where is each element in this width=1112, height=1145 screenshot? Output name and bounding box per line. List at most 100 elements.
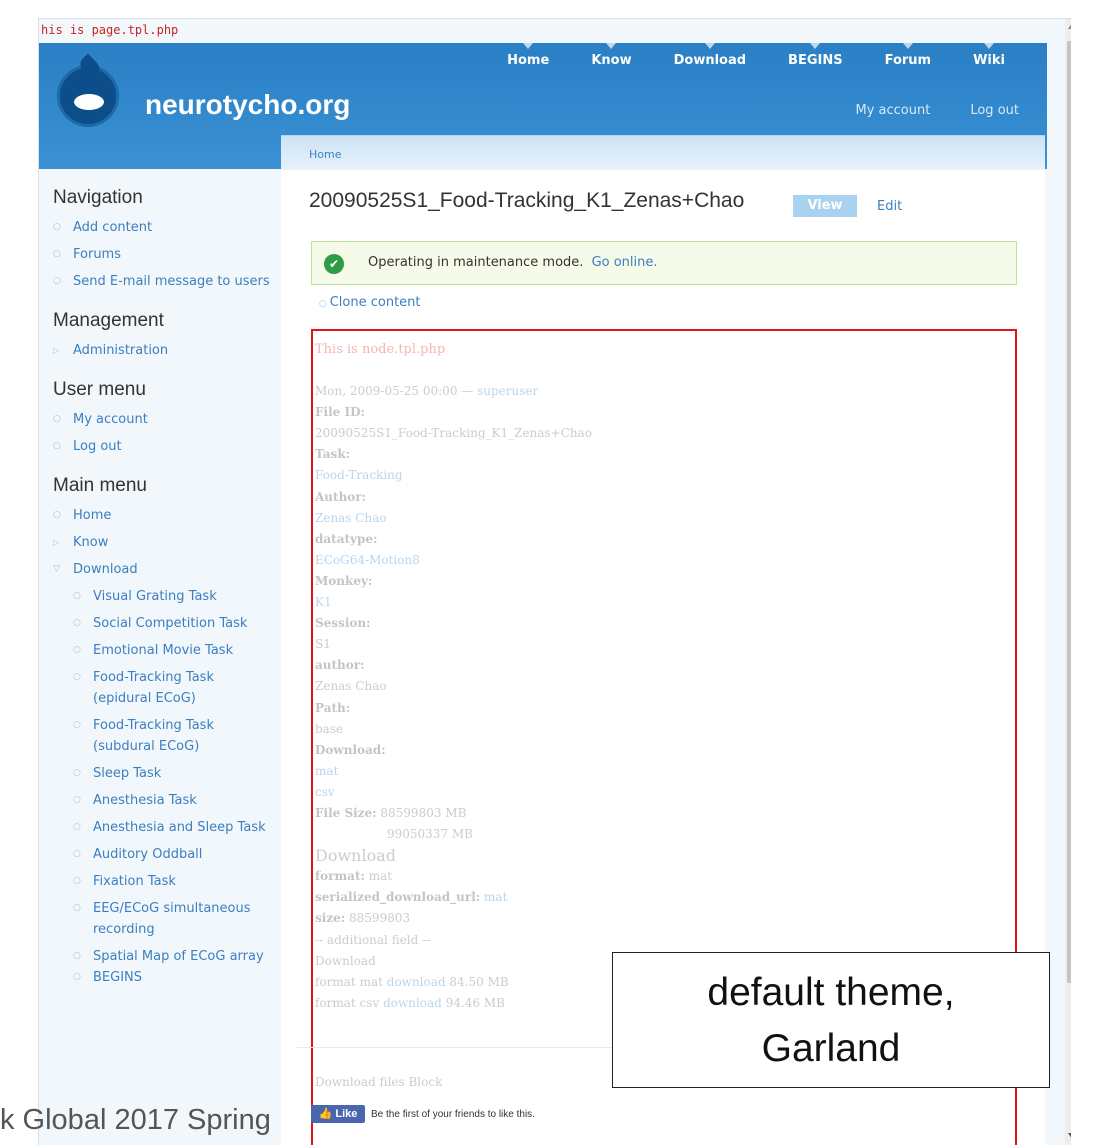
caption-line-2: Garland [761,1027,901,1070]
additional-field: -- additional field -- [315,932,431,947]
format-mat-prefix: format mat [315,974,383,989]
primary-link-know[interactable]: Know [591,43,632,68]
author-label: Author: [315,489,367,504]
scroll-up-arrow-icon[interactable] [1068,23,1071,29]
page-title: 20090525S1_Food-Tracking_K1_Zenas+Chao [309,189,745,212]
download-line: Download [315,953,376,968]
primary-link-begins[interactable]: BEGINS [788,43,843,68]
format-csv-size: 94.46 MB [445,995,505,1010]
session-value: S1 [315,637,331,652]
download-heading: Download [315,846,396,866]
main-menu-anesthesia[interactable]: Anesthesia Task [53,790,273,811]
download-csv-link[interactable]: csv [315,782,592,803]
status-message: ✔ Operating in maintenance mode. Go onli… [311,241,1017,285]
task-link[interactable]: Food-Tracking [315,465,592,486]
format-mat-download-link[interactable]: download [387,975,446,989]
download-label: Download: [315,742,386,757]
site-name[interactable]: neurotycho.org [145,89,350,121]
like-button[interactable]: 👍 Like [311,1105,365,1123]
main-menu-anesthesia-sleep[interactable]: Anesthesia and Sleep Task [53,817,273,838]
session-label: Session: [315,616,371,631]
main-menu-download[interactable]: Download [53,559,273,580]
file-size-2: 99050337 MB [387,827,473,842]
author-link[interactable]: Zenas Chao [315,508,592,529]
task-label: Task: [315,447,351,462]
scrollbar-thumb[interactable] [1067,41,1071,983]
user-menu-block: User menu My account Log out [53,379,273,457]
vertical-scrollbar[interactable] [1065,19,1071,1145]
main-menu-title: Main menu [53,475,147,496]
node-template-note: This is node.tpl.php [315,342,446,357]
main-menu-sleep[interactable]: Sleep Task [53,763,273,784]
serialized-label: serialized_download_url: [315,890,481,905]
thumbs-up-icon: 👍 [318,1108,333,1120]
author2-label: author: [315,658,365,673]
scroll-down-arrow-icon[interactable] [1068,1133,1071,1139]
main-menu-home[interactable]: Home [53,505,273,526]
main-menu-spatial-map[interactable]: Spatial Map of ECoG array [53,946,273,967]
format-mat-size: 84.50 MB [449,974,509,989]
file-size-line: File Size: 88599803 MB [315,803,592,824]
facebook-like: 👍 Like Be the first of your friends to l… [311,1105,535,1123]
file-id-value: 20090525S1_Food-Tracking_K1_Zenas+Chao [315,426,592,441]
breadcrumb[interactable]: Home [309,148,341,161]
format-csv-download-link[interactable]: download [383,996,442,1010]
status-message-text: Operating in maintenance mode. [368,255,584,270]
user-menu-my-account[interactable]: My account [53,409,273,430]
nav-forums[interactable]: Forums [53,244,273,265]
main-menu-food-tracking-epidural[interactable]: Food-Tracking Task (epidural ECoG) [53,667,273,709]
nav-send-email[interactable]: Send E-mail message to users [53,271,273,292]
user-menu-title: User menu [53,379,146,400]
node-fields: This is node.tpl.php Mon, 2009-05-25 00:… [315,339,592,1014]
breadcrumb-bar: Home [281,136,1045,170]
submitted-separator: — [461,384,474,399]
tab-view[interactable]: View [793,195,857,217]
submitted-date: Mon, 2009-05-25 00:00 [315,384,458,399]
serialized-link[interactable]: mat [484,890,507,904]
main-menu-visual-grating[interactable]: Visual Grating Task [53,586,273,607]
datatype-link[interactable]: ECoG64-Motion8 [315,550,592,571]
main-menu-know[interactable]: Know [53,532,273,553]
format-label: format: [315,869,365,884]
primary-link-home[interactable]: Home [507,43,549,68]
main-menu-fixation[interactable]: Fixation Task [53,871,273,892]
main-menu-auditory-oddball[interactable]: Auditory Oddball [53,844,273,865]
primary-link-download[interactable]: Download [674,43,746,68]
slide-footer-text: k Global 2017 Spring [0,1104,271,1136]
clone-content-link[interactable]: Clone content [319,295,421,310]
drupal-logo-icon[interactable] [57,65,119,127]
main-menu-begins[interactable]: BEGINS [53,967,273,988]
like-button-label: Like [335,1108,358,1120]
serialized-line: serialized_download_url: mat [315,887,592,908]
path-value: base [315,721,344,736]
secondary-link-my-account[interactable]: My account [856,103,931,118]
check-icon: ✔ [324,254,344,274]
main-menu-social-competition[interactable]: Social Competition Task [53,613,273,634]
file-size-1: 88599803 MB [380,805,467,820]
primary-link-forum[interactable]: Forum [885,43,931,68]
navigation-block: Navigation Add content Forums Send E-mai… [53,187,273,292]
main-menu-emotional-movie[interactable]: Emotional Movie Task [53,640,273,661]
download-mat-link[interactable]: mat [315,761,592,782]
path-label: Path: [315,700,351,715]
user-menu-log-out[interactable]: Log out [53,436,273,457]
size-line: size: 88599803 [315,908,592,929]
main-menu-food-tracking-subdural[interactable]: Food-Tracking Task (subdural ECoG) [53,715,273,757]
datatype-label: datatype: [315,531,378,546]
nav-administration[interactable]: Administration [53,340,273,361]
go-online-link[interactable]: Go online. [592,255,658,270]
submitted-user-link[interactable]: superuser [477,384,538,398]
file-id-label: File ID: [315,405,365,420]
management-block: Management Administration [53,310,273,361]
monkey-link[interactable]: K1 [315,592,592,613]
secondary-link-log-out[interactable]: Log out [970,103,1019,118]
file-size-label: File Size: [315,805,377,820]
slide-caption: default theme, Garland [612,952,1050,1088]
size-value: 88599803 [349,911,411,926]
main-menu-eeg-ecog[interactable]: EEG/ECoG simultaneous recording [53,898,273,940]
management-title: Management [53,310,164,331]
primary-link-wiki[interactable]: Wiki [973,43,1005,68]
tab-edit[interactable]: Edit [877,199,902,214]
format-csv-prefix: format csv [315,995,380,1010]
nav-add-content[interactable]: Add content [53,217,273,238]
